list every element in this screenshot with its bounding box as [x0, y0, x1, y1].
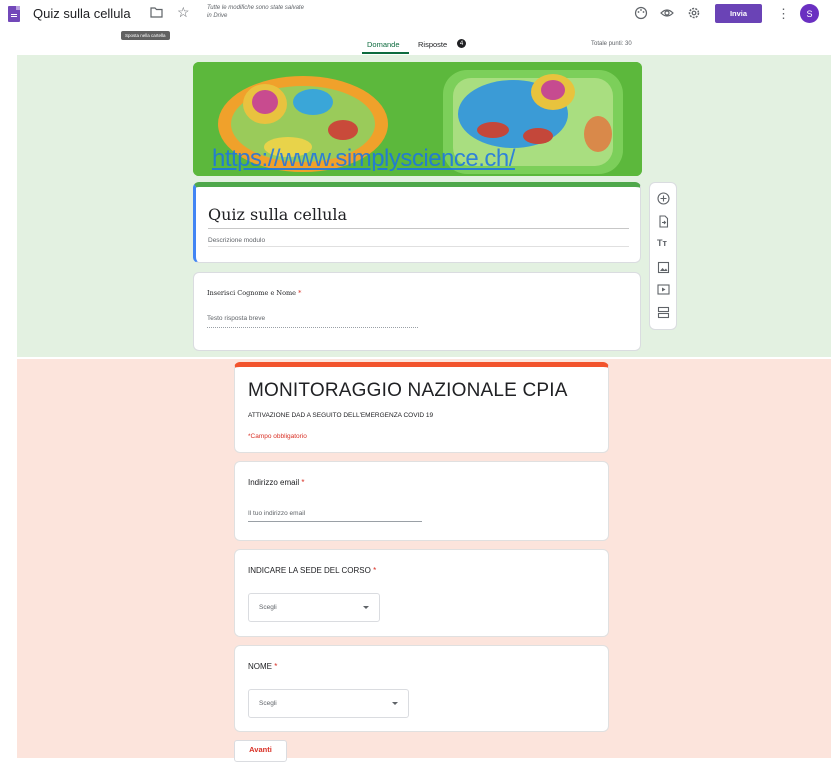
- form-title-header[interactable]: Quiz sulla cellula: [33, 6, 131, 21]
- add-section-icon[interactable]: [657, 306, 670, 319]
- question-label-text: Inserisci Cognome e Nome: [207, 289, 296, 297]
- required-note: *Campo obbligatorio: [248, 433, 307, 440]
- responses-count-badge: 4: [457, 39, 466, 48]
- settings-icon[interactable]: [687, 6, 701, 20]
- add-question-icon[interactable]: [657, 192, 670, 205]
- preview-title: MONITORAGGIO NAZIONALE CPIA: [248, 380, 568, 401]
- required-mark: *: [301, 478, 305, 487]
- star-icon[interactable]: ☆: [177, 4, 190, 21]
- tab-active-indicator: [362, 52, 409, 54]
- form-description-input[interactable]: Descrizione modulo: [208, 237, 265, 244]
- sede-label-text: INDICARE LA SEDE DEL CORSO: [248, 566, 371, 575]
- send-button[interactable]: Invia: [715, 4, 762, 23]
- required-mark: *: [298, 289, 302, 297]
- question-toolbar: Tт: [649, 182, 677, 330]
- next-button[interactable]: Avanti: [234, 740, 287, 762]
- saved-status: Tutte le modifiche sono state salvate in…: [207, 5, 304, 19]
- question-card[interactable]: Inserisci Cognome e Nome * Testo rispost…: [193, 272, 641, 351]
- preview-header-card: MONITORAGGIO NAZIONALE CPIA ATTIVAZIONE …: [234, 362, 609, 453]
- sede-question-card: INDICARE LA SEDE DEL CORSO * Scegli: [234, 549, 609, 637]
- dropdown-value: Scegli: [259, 604, 277, 611]
- add-title-icon[interactable]: Tт: [657, 238, 670, 251]
- chevron-down-icon: [363, 606, 369, 609]
- dropdown-value: Scegli: [259, 700, 277, 707]
- form-title-card[interactable]: Quiz sulla cellula Descrizione modulo: [193, 182, 641, 263]
- divider: [208, 228, 629, 229]
- forms-doc-icon[interactable]: [8, 6, 20, 22]
- total-points: Totale punti: 30: [591, 41, 632, 47]
- tab-responses[interactable]: Risposte: [418, 40, 447, 49]
- nome-label-text: NOME: [248, 662, 272, 671]
- preview-subtitle: ATTIVAZIONE DAD A SEGUITO DELL'EMERGENZA…: [248, 412, 434, 419]
- banner-url-watermark: https://www.simplyscience.ch/: [212, 145, 515, 172]
- add-video-icon[interactable]: [657, 283, 670, 296]
- email-question-card: Indirizzo email * Il tuo indirizzo email: [234, 461, 609, 541]
- divider: [208, 246, 629, 247]
- chevron-down-icon: [392, 702, 398, 705]
- email-label-text: Indirizzo email: [248, 478, 300, 487]
- required-mark: *: [274, 662, 278, 671]
- add-image-icon[interactable]: [657, 261, 670, 274]
- email-underline: [248, 521, 422, 522]
- email-label: Indirizzo email *: [248, 478, 305, 487]
- top-bar: Quiz sulla cellula ☆ Tutte le modifiche …: [0, 0, 831, 28]
- nome-question-card: NOME * Scegli: [234, 645, 609, 732]
- nome-dropdown[interactable]: Scegli: [248, 689, 409, 718]
- eye-icon[interactable]: [660, 6, 674, 20]
- tab-questions[interactable]: Domande: [367, 40, 400, 49]
- sede-dropdown[interactable]: Scegli: [248, 593, 380, 622]
- palette-icon[interactable]: [634, 6, 648, 20]
- more-vert-icon[interactable]: ⋮: [777, 6, 790, 22]
- email-field[interactable]: Il tuo indirizzo email: [248, 510, 305, 517]
- nome-label: NOME *: [248, 662, 277, 671]
- question-label: Inserisci Cognome e Nome *: [207, 289, 301, 297]
- tabs-bar: Domande Risposte 4 Totale punti: 30: [0, 38, 831, 55]
- import-questions-icon[interactable]: [657, 215, 670, 228]
- sede-label: INDICARE LA SEDE DEL CORSO *: [248, 566, 376, 575]
- answer-underline: [207, 327, 418, 328]
- folder-icon[interactable]: [150, 7, 163, 18]
- avatar[interactable]: S: [800, 4, 819, 23]
- required-mark: *: [373, 566, 377, 575]
- form-title-input[interactable]: Quiz sulla cellula: [208, 205, 347, 224]
- short-answer-placeholder: Testo risposta breve: [207, 315, 266, 322]
